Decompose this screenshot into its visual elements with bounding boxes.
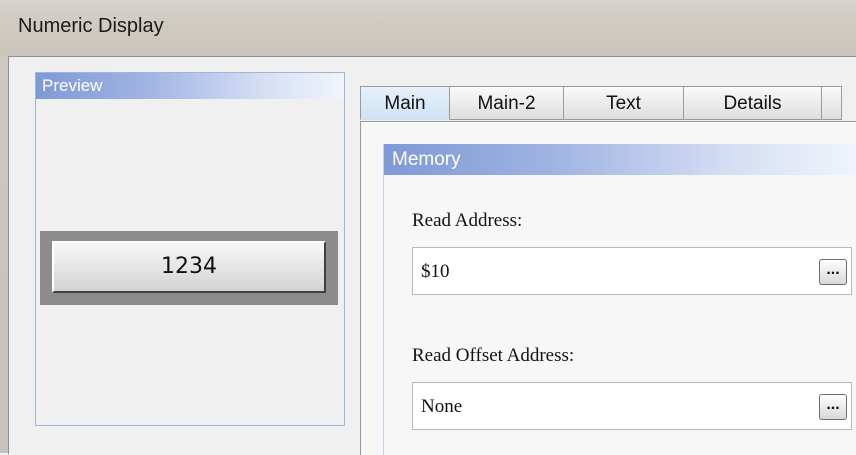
read-offset-address-label: Read Offset Address: — [412, 345, 575, 366]
read-address-browse-button[interactable]: ... — [819, 259, 847, 285]
memory-group: Memory Read Address: $10 ... Read Offset… — [383, 144, 856, 455]
numeric-display-preview: 1234 — [40, 231, 338, 305]
preview-header: Preview — [36, 73, 344, 99]
tab-overflow[interactable] — [822, 86, 842, 120]
window-titlebar[interactable]: Numeric Display — [0, 0, 856, 56]
read-offset-address-field[interactable]: None ... — [412, 382, 852, 430]
memory-header: Memory — [384, 144, 856, 175]
window-title: Numeric Display — [18, 15, 164, 37]
read-address-value: $10 — [421, 261, 450, 282]
preview-panel: Preview 1234 — [35, 72, 345, 426]
tab-main[interactable]: Main — [360, 86, 450, 120]
read-offset-address-browse-button[interactable]: ... — [819, 394, 847, 420]
tab-strip: Main Main-2 Text Details — [360, 86, 842, 122]
numeric-display-value: 1234 — [52, 241, 326, 293]
window-frame — [0, 56, 8, 453]
tab-text[interactable]: Text — [564, 86, 684, 120]
read-offset-address-value: None — [421, 396, 463, 417]
tab-details[interactable]: Details — [684, 86, 822, 120]
read-address-field[interactable]: $10 ... — [412, 247, 852, 295]
tab-main-2[interactable]: Main-2 — [450, 86, 564, 120]
dialog-client-area: Preview 1234 Main Main-2 Text Details Me… — [8, 56, 856, 455]
tab-content-main: Memory Read Address: $10 ... Read Offset… — [360, 121, 856, 455]
read-address-label: Read Address: — [412, 210, 523, 231]
